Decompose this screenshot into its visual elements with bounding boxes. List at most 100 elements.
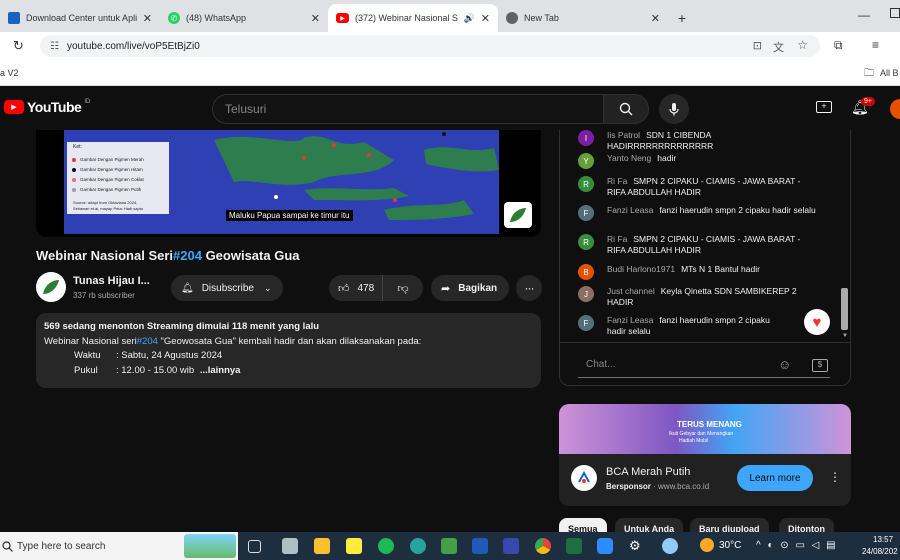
clock-date[interactable]: 24/08/202 [862,547,898,556]
bookmark-item[interactable]: a V2 [0,68,19,78]
chat-avatar[interactable]: J [578,286,594,302]
like-count: 478 [357,282,375,294]
create-video-icon[interactable]: + [816,101,832,113]
scroll-down-arrow-icon[interactable]: ▼ [842,333,848,339]
like-button[interactable]: 👍︎ 478 [329,275,383,301]
close-tab-icon[interactable]: ✕ [651,12,660,25]
chat-author[interactable]: Just channel [607,286,655,296]
close-tab-icon[interactable]: ✕ [311,12,320,25]
description-hashtag[interactable]: #204 [137,336,158,347]
account-avatar[interactable] [890,99,900,119]
all-bookmarks-link[interactable]: All B [880,68,899,78]
word-icon[interactable] [472,538,488,554]
more-actions-button[interactable]: ··· [516,275,542,301]
taskbar-search-box[interactable]: Type here to search [0,532,238,560]
browser-tab-new-tab[interactable]: New Tab ✕ [498,4,668,32]
sponsored-ad-card[interactable]: TERUS MENANG Ikuti Gebyar dan Menangkan … [559,404,851,506]
chat-text: MTs N 1 Bantul hadir [681,264,760,274]
bookmark-star-icon[interactable]: ☆ [797,38,808,52]
temperature-readout[interactable]: 30°C [719,540,741,551]
emoji-icon[interactable]: ☺ [778,357,791,372]
chat-author[interactable]: Budi Harlono1971 [607,264,675,274]
address-bar[interactable]: ☷ youtube.com/live/voP5EtBjZi0 ⊡ 文 ☆ [40,35,820,57]
folder-icon[interactable]: 🗀 [864,66,874,83]
chip-semua[interactable]: Semua [559,518,607,532]
weather-icon[interactable] [700,538,714,552]
chip-baru-diupload[interactable]: Baru diupload [690,518,769,532]
help-icon[interactable] [662,538,678,554]
chat-avatar[interactable]: Y [578,153,594,169]
maximize-window-icon[interactable] [890,8,900,18]
excel-icon[interactable] [566,538,582,554]
reload-icon[interactable]: ↻ [13,38,24,54]
heart-reaction-button[interactable]: ♥ [804,309,830,335]
chrome-favicon-icon [506,12,518,24]
close-tab-icon[interactable]: ✕ [481,12,490,25]
chat-author[interactable]: Fanzi Leasa [607,315,653,325]
file-explorer-icon[interactable] [314,538,330,554]
chat-avatar[interactable]: B [578,264,594,280]
extensions-icon[interactable]: ⧉ [834,38,843,53]
chat-input[interactable]: Chat... [578,352,830,378]
app-icon-paper-plane[interactable] [282,538,298,554]
youtube-masthead: ▶ YouTube ID Telusuri + 🔔︎ 9+ [0,88,900,130]
minimize-window-icon[interactable]: — [858,8,870,22]
clock-time[interactable]: 13:57 [873,535,893,544]
chat-author[interactable]: Yanto Neng [607,153,651,163]
new-tab-button[interactable]: + [668,4,696,32]
advertiser-name[interactable]: BCA Merah Putih [606,466,690,478]
chevron-down-icon: ⌄ [263,282,272,293]
ad-banner[interactable]: TERUS MENANG Ikuti Gebyar dan Menangkan … [559,404,851,454]
site-info-icon[interactable]: ☷ [50,41,59,52]
chat-author[interactable]: Ri Fa [607,234,627,244]
youtube-logo[interactable]: ▶ YouTube ID [4,99,90,115]
video-description[interactable]: 569 sedang menonton Streaming dimulai 11… [36,313,541,388]
search-button[interactable] [603,94,649,124]
browser-tab-download-center[interactable]: Download Center untuk Aplik ✕ [0,4,160,32]
dislike-button[interactable]: 👎︎ [383,275,423,301]
browser-tab-whatsapp[interactable]: ✆ (48) WhatsApp ✕ [160,4,328,32]
search-input[interactable]: Telusuri [212,94,604,124]
chrome-icon[interactable] [535,538,551,554]
chat-scrollbar[interactable] [841,288,848,330]
system-tray-icons[interactable]: ^ ◐ ⊙ ▭ ◁ ▤ [756,540,838,551]
sticky-notes-icon[interactable] [346,538,362,554]
task-view-icon[interactable] [248,540,261,553]
super-chat-icon[interactable]: $ [812,359,828,372]
chat-avatar[interactable]: R [578,234,594,250]
chat-app-icon[interactable] [441,538,457,554]
chat-avatar[interactable]: F [578,205,594,221]
channel-avatar[interactable] [36,272,66,302]
chat-avatar[interactable]: F [578,315,594,331]
video-title-hashtag[interactable]: #204 [173,248,202,263]
ad-menu-icon[interactable]: ⋮ [829,470,841,484]
zoom-icon[interactable] [597,538,613,554]
landscape-widget-icon[interactable] [184,534,236,558]
chat-author[interactable]: Ri Fa [607,176,627,186]
edge-icon[interactable] [410,538,426,554]
spotify-icon[interactable] [378,538,394,554]
channel-name[interactable]: Tunas Hijau I... [73,275,150,287]
close-tab-icon[interactable]: ✕ [143,12,152,25]
chat-author[interactable]: Iis Patrol [607,130,640,140]
store-icon[interactable] [503,538,519,554]
chat-avatar[interactable]: I [578,130,594,146]
youtube-play-icon: ▶ [4,100,24,114]
subscribe-button[interactable]: 🔔︎ Disubscribe ⌄ [171,275,283,301]
chip-ditonton[interactable]: Ditonton [779,518,834,532]
url-text[interactable]: youtube.com/live/voP5EtBjZi0 [67,41,200,52]
browser-tab-youtube[interactable]: ▶ (372) Webinar Nasional Ser 🔊 ✕ [328,4,498,32]
settings-gear-icon[interactable]: ⚙ [629,538,645,554]
install-app-icon[interactable]: ⊡ [753,39,762,52]
show-more-link[interactable]: ...lainnya [200,365,241,376]
chip-untuk-anda[interactable]: Untuk Anda [615,518,684,532]
chat-author[interactable]: Fanzi Leasa [607,205,653,215]
speaker-icon[interactable]: 🔊 [464,13,475,24]
translate-icon[interactable]: 文 [773,39,784,55]
learn-more-button[interactable]: Learn more [737,465,813,491]
video-player[interactable]: Ket: Gambar Dengan Pigmen Merah Gambar D… [36,130,541,237]
voice-search-button[interactable] [659,94,689,124]
share-button[interactable]: ➦ Bagikan [431,275,509,301]
media-control-icon[interactable]: ≡ [872,38,879,52]
chat-avatar[interactable]: R [578,176,594,192]
